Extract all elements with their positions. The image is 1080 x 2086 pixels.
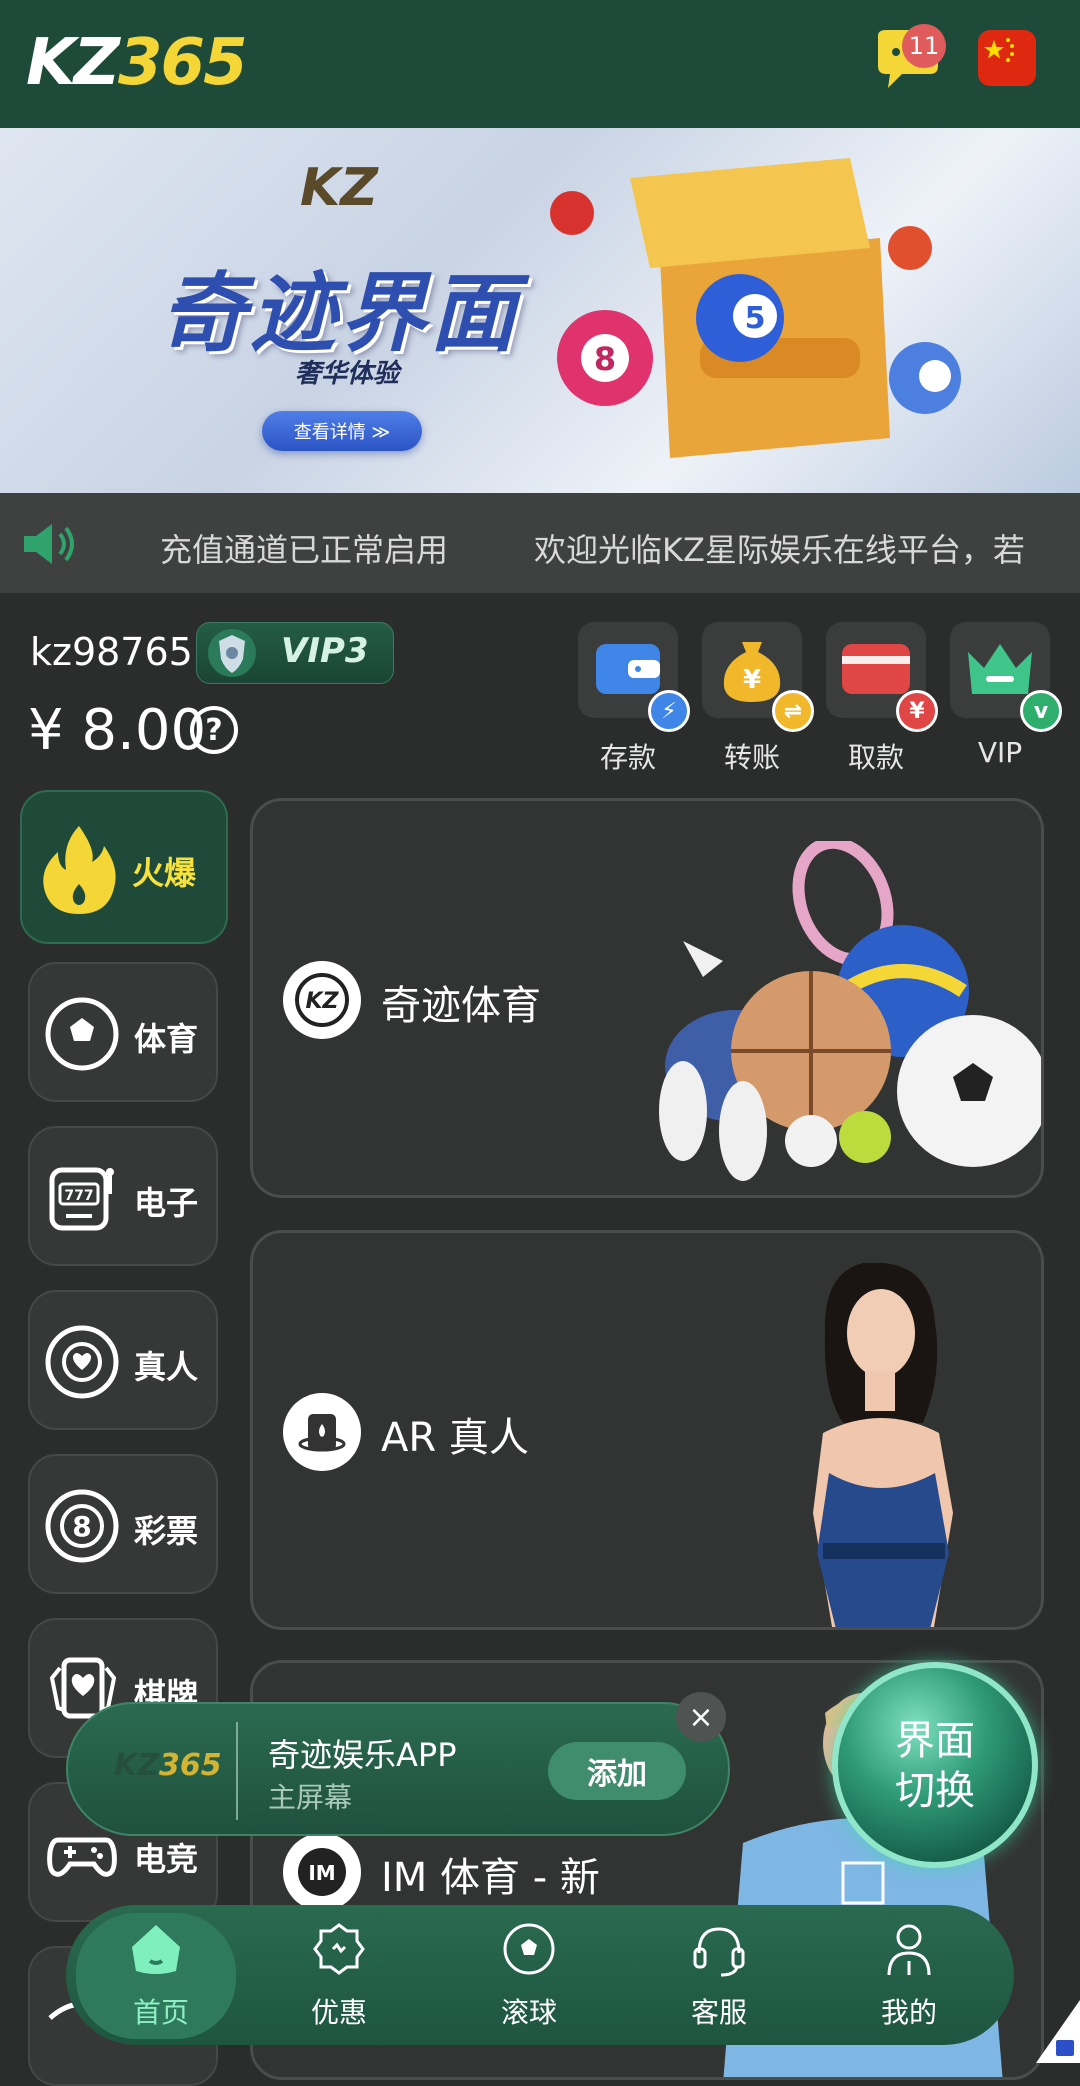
vip-badge-icon: v	[1020, 690, 1062, 732]
announcement-text-2: 欢迎光临KZ星际娱乐在线平台，若	[534, 531, 1025, 569]
kz-logo-icon: KZ	[283, 961, 361, 1039]
message-count-badge: 11	[902, 24, 946, 68]
banner-brand: KZ	[300, 158, 378, 218]
category-label: 彩票	[134, 1512, 199, 1550]
svg-text:IM: IM	[308, 1861, 335, 1885]
install-prompt-title: 奇迹娱乐APP	[268, 1736, 457, 1774]
withdraw-badge: ¥	[896, 690, 938, 732]
slot-machine-icon: 777	[49, 1167, 114, 1231]
ball-icon	[503, 1923, 555, 1975]
svg-text:5: 5	[745, 301, 766, 336]
vip-badge[interactable]: VIP3	[196, 622, 394, 684]
banner-subtitle: 奢华体验	[295, 359, 400, 389]
withdraw-button[interactable]: ¥ 取款	[826, 622, 938, 776]
game-card-miracle-sports[interactable]: KZ 奇迹体育	[250, 798, 1044, 1198]
balance-amount: ¥ 8.00	[28, 698, 207, 763]
brand-logo[interactable]: KZ 365	[26, 26, 248, 100]
headset-icon	[693, 1927, 745, 1977]
tab-label: 我的	[880, 1996, 937, 2029]
interface-switch-button[interactable]: 界面 切换	[832, 1662, 1038, 1868]
dealer-woman-illustration	[813, 1263, 953, 1627]
transfer-badge: ⇌	[772, 690, 814, 732]
category-sports[interactable]: 体育	[28, 962, 218, 1102]
banner-title: 奇迹界面	[160, 264, 520, 364]
tab-support[interactable]: 客服	[634, 1905, 804, 2045]
user-icon	[887, 1924, 931, 1976]
speaker-icon	[24, 524, 74, 564]
category-label: 火爆	[132, 854, 197, 892]
lottery-ball-icon: 8	[45, 1489, 119, 1563]
promo-banner[interactable]: KZ 奇迹界面 奢华体验 查看详情 ≫ 8 5	[0, 128, 1080, 493]
add-to-home-button[interactable]: 添加	[548, 1742, 686, 1800]
bottom-tab-bar: 首页 优惠 滚球 客服 我的	[66, 1905, 1014, 2045]
game-card-title: AR 真人	[381, 1415, 529, 1461]
deposit-badge: ⚡	[648, 690, 690, 732]
vip-level: VIP3	[281, 631, 369, 671]
tab-profile[interactable]: 我的	[824, 1905, 994, 2045]
game-card-title: 奇迹体育	[381, 983, 541, 1029]
divider	[236, 1722, 238, 1820]
china-flag-icon[interactable]	[978, 30, 1036, 86]
svg-text:KZ: KZ	[306, 989, 340, 1014]
category-label: 电竞	[134, 1840, 199, 1878]
vip-label: VIP	[977, 736, 1023, 769]
flame-icon	[43, 826, 116, 914]
header: KZ 365 11	[0, 0, 1080, 128]
poker-chip-icon	[45, 1325, 119, 1399]
tab-label: 首页	[132, 1996, 189, 2029]
install-app-prompt: KZ365 奇迹娱乐APP 主屏幕 添加	[66, 1702, 730, 1836]
corner-lock-icon[interactable]	[1036, 2000, 1080, 2063]
home-icon	[132, 1925, 180, 1974]
tab-live-betting[interactable]: 滚球	[444, 1905, 614, 2045]
close-icon[interactable]: ×	[676, 1692, 726, 1742]
sports-balls-illustration	[659, 841, 1041, 1181]
switch-label-line2: 切换	[895, 1768, 975, 1814]
vip-button[interactable]: v VIP	[950, 622, 1062, 769]
gift-icon	[313, 1923, 365, 1975]
category-label: 电子	[134, 1184, 199, 1222]
withdraw-label: 取款	[847, 741, 904, 774]
shield-icon	[208, 629, 256, 677]
game-card-title: IM 体育 - 新	[381, 1855, 600, 1901]
install-prompt-subtitle: 主屏幕	[268, 1781, 353, 1814]
tab-label: 客服	[690, 1996, 747, 2029]
transfer-label: 转账	[723, 741, 780, 774]
logo-kz: KZ	[26, 26, 120, 100]
tab-home[interactable]: 首页	[66, 1905, 236, 2045]
username: kz98765	[30, 630, 193, 674]
im-logo-icon: IM	[283, 1833, 361, 1911]
help-icon[interactable]: ?	[190, 706, 238, 754]
ar-logo-icon	[283, 1393, 361, 1471]
gift-box-illustration: 8 5	[550, 158, 961, 458]
tab-label: 优惠	[310, 1996, 367, 2029]
soccer-ball-icon	[45, 997, 119, 1071]
svg-text:8: 8	[72, 1510, 91, 1543]
category-hot[interactable]: 火爆	[20, 790, 228, 944]
category-live[interactable]: 真人	[28, 1290, 218, 1430]
tab-label: 滚球	[500, 1996, 557, 2029]
game-card-ar-live[interactable]: AR 真人	[250, 1230, 1044, 1630]
logo-number: 365	[118, 26, 248, 100]
category-label: 体育	[134, 1020, 199, 1058]
category-slots[interactable]: 777 电子	[28, 1126, 218, 1266]
deposit-label: 存款	[599, 741, 656, 774]
install-prompt-logo: KZ365	[114, 1748, 222, 1783]
svg-text:777: 777	[64, 1188, 93, 1204]
banner-details-button[interactable]: 查看详情 ≫	[262, 411, 422, 451]
svg-text:¥: ¥	[743, 665, 761, 695]
deposit-button[interactable]: ⚡ 存款	[578, 622, 690, 776]
tab-promotions[interactable]: 优惠	[254, 1905, 424, 2045]
svg-text:8: 8	[594, 340, 616, 378]
announcement-text-1: 充值通道已正常启用	[160, 531, 449, 569]
transfer-button[interactable]: ¥ ⇌ 转账	[702, 622, 814, 776]
category-label: 真人	[134, 1348, 199, 1386]
category-lottery[interactable]: 8 彩票	[28, 1454, 218, 1594]
